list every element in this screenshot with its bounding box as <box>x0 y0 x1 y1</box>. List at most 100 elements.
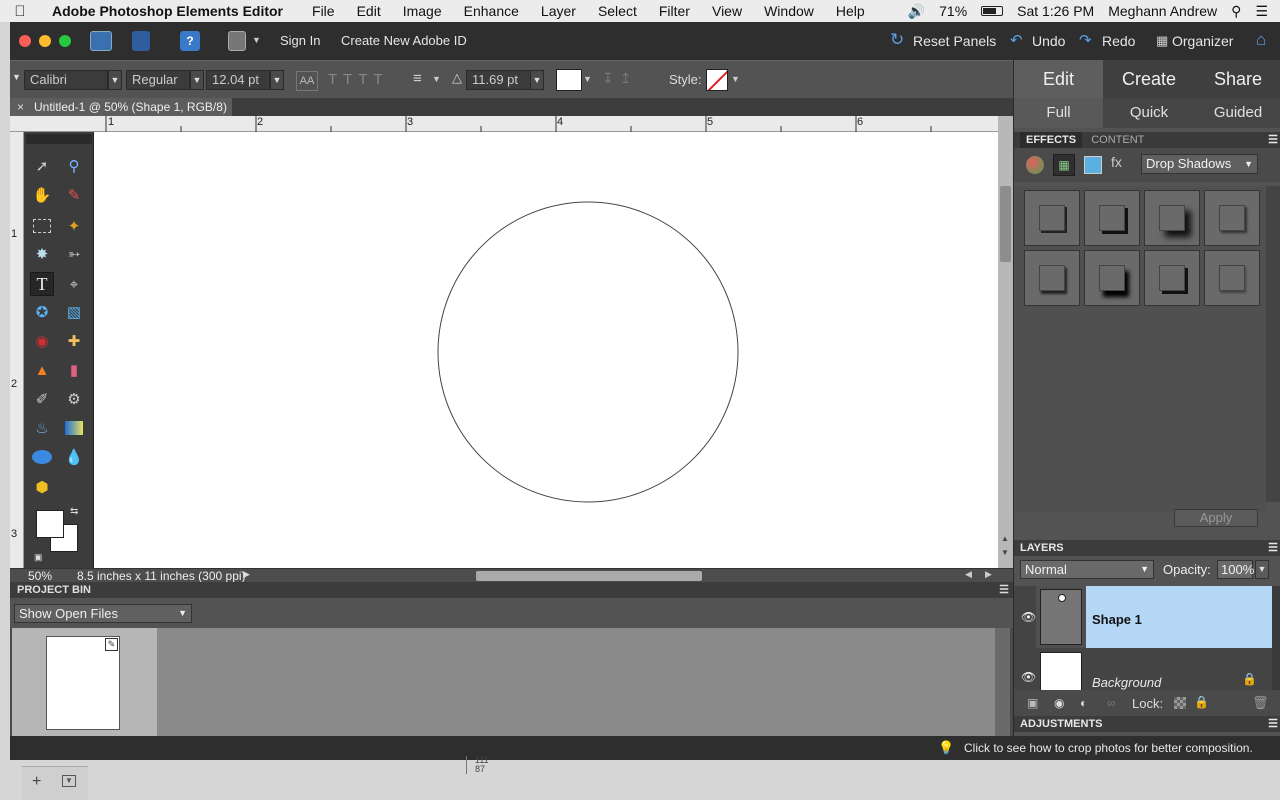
mode-quick[interactable]: Quick <box>1103 98 1195 128</box>
create-adobe-id-link[interactable]: Create New Adobe ID <box>341 33 467 48</box>
menu-enhance[interactable]: Enhance <box>453 3 530 19</box>
crop-tool-icon[interactable]: ⌖ <box>62 272 86 296</box>
blend-mode-select[interactable]: Normal ▼ <box>1020 560 1154 579</box>
marquee-tool-icon[interactable] <box>30 214 54 238</box>
save-icon[interactable] <box>132 31 150 51</box>
adjustment-layer-icon[interactable]: ◐ <box>1080 696 1087 710</box>
layer-row[interactable]: 👁 Background 🔒 <box>1014 650 1272 690</box>
recompose-tool-icon[interactable]: ▧ <box>62 300 86 324</box>
healing-brush-tool-icon[interactable]: ✚ <box>62 329 86 353</box>
toolbox-grip[interactable] <box>26 134 92 144</box>
workspace-layout-icon[interactable] <box>228 31 246 51</box>
gradient-tool-icon[interactable] <box>62 416 86 440</box>
options-menu-arrow[interactable]: ▼ <box>12 72 21 82</box>
drop-shadow-thumb[interactable] <box>1084 190 1140 246</box>
open-file-thumbnail-slot[interactable]: ✎ <box>12 628 157 736</box>
document-thumbnail[interactable]: ✎ <box>46 636 120 730</box>
reset-panels-icon[interactable]: ↻ <box>890 30 904 50</box>
drop-shadow-thumb[interactable] <box>1144 190 1200 246</box>
layer-styles-icon[interactable] <box>1026 156 1044 174</box>
undo-button[interactable]: Undo <box>1032 33 1065 49</box>
clock[interactable]: Sat 1:26 PM <box>1017 3 1094 19</box>
effects-menu-icon[interactable]: ☰ <box>1268 132 1278 148</box>
menu-image[interactable]: Image <box>392 3 453 19</box>
notification-center-icon[interactable]: ☰ <box>1255 3 1268 20</box>
text-color-swatch[interactable] <box>556 69 582 91</box>
zoom-level[interactable]: 50% <box>28 569 52 583</box>
lasso-tool-icon[interactable]: ✦ <box>62 214 86 238</box>
close-tab-icon[interactable]: × <box>17 98 24 116</box>
quick-selection-tool-icon[interactable]: ➳ <box>62 242 86 266</box>
clone-stamp-tool-icon[interactable]: ▲ <box>30 358 54 382</box>
menu-edit[interactable]: Edit <box>346 3 392 19</box>
hint-text[interactable]: Click to see how to crop photos for bett… <box>964 741 1253 755</box>
default-colors-icon[interactable]: ▣ <box>34 552 43 563</box>
swap-colors-icon[interactable]: ⇆ <box>70 506 78 517</box>
redo-button[interactable]: Redo <box>1102 33 1135 49</box>
leading-dropdown[interactable]: ▼ <box>530 70 544 90</box>
cookie-cutter-tool-icon[interactable]: ✪ <box>30 300 54 324</box>
reset-panels-button[interactable]: Reset Panels <box>913 33 996 49</box>
mode-guided[interactable]: Guided <box>1195 98 1280 128</box>
style-swatch[interactable] <box>706 69 728 91</box>
magic-wand-tool-icon[interactable]: ✸ <box>30 242 54 266</box>
tab-effects[interactable]: EFFECTS <box>1020 132 1083 148</box>
layer-row[interactable]: 👁 Shape 1 <box>1014 586 1272 648</box>
document-canvas[interactable] <box>94 132 998 568</box>
shape-tool-icon[interactable] <box>30 445 54 469</box>
horizontal-scroll-thumb[interactable] <box>476 571 702 581</box>
organizer-button[interactable]: Organizer <box>1172 33 1233 49</box>
minimize-window-button[interactable] <box>39 35 51 47</box>
tab-create[interactable]: Create <box>1103 60 1195 98</box>
move-tool-icon[interactable]: ➚ <box>30 154 54 178</box>
apple-icon[interactable]:  <box>0 3 40 20</box>
font-style-field[interactable]: Regular <box>126 70 190 90</box>
type-tool-icon[interactable]: T <box>30 272 54 296</box>
layout-dropdown-arrow[interactable]: ▼ <box>252 35 261 45</box>
ellipse-shape[interactable] <box>437 201 739 503</box>
eye-icon[interactable]: 👁 <box>1021 610 1036 624</box>
eraser-tool-icon[interactable]: ▮ <box>62 358 86 382</box>
adjustments-menu-icon[interactable]: ☰ <box>1268 716 1278 732</box>
scroll-down-arrow[interactable]: ▼ <box>1001 548 1009 557</box>
mode-full[interactable]: Full <box>1014 98 1103 128</box>
faux-caps-icon[interactable]: AA <box>296 71 318 91</box>
opacity-field[interactable]: 100% <box>1217 560 1254 579</box>
redo-icon[interactable]: ↷ <box>1079 31 1092 49</box>
menu-layer[interactable]: Layer <box>530 3 587 19</box>
eyedropper-tool-icon[interactable]: ✎ <box>62 183 86 207</box>
drop-shadow-thumb[interactable] <box>1144 250 1200 306</box>
text-orientation-icons[interactable]: ↧↥ <box>602 70 637 87</box>
fx-icon[interactable]: fx <box>1111 154 1122 170</box>
blur-tool-icon[interactable]: 💧 <box>62 445 86 469</box>
document-tab[interactable]: × Untitled-1 @ 50% (Shape 1, RGB/8) * <box>10 98 232 132</box>
undo-icon[interactable]: ↶ <box>1010 31 1023 49</box>
delete-layer-icon[interactable]: 🗑 <box>1252 695 1269 711</box>
align-icon[interactable]: ≡ <box>413 70 422 87</box>
font-size-field[interactable]: 12.04 pt <box>206 70 270 90</box>
font-size-dropdown[interactable]: ▼ <box>270 70 284 90</box>
help-icon[interactable]: ? <box>180 31 200 51</box>
drop-shadow-thumb[interactable] <box>1024 250 1080 306</box>
eye-icon[interactable]: 👁 <box>1021 670 1036 684</box>
link-layers-icon[interactable]: ∞ <box>1107 696 1116 710</box>
scroll-up-arrow[interactable]: ▲ <box>1001 534 1009 543</box>
canvas-vertical-scrollbar[interactable]: ▲ ▼ <box>998 116 1013 568</box>
vertical-scroll-thumb[interactable] <box>1000 186 1011 262</box>
tab-share[interactable]: Share <box>1195 60 1280 98</box>
text-style-icons[interactable]: TTTT <box>328 71 389 88</box>
new-file-icon[interactable] <box>90 31 112 51</box>
project-bin-scrollbar[interactable] <box>995 628 1010 736</box>
sign-in-link[interactable]: Sign In <box>280 33 320 48</box>
drop-shadow-thumb[interactable] <box>1024 190 1080 246</box>
menu-window[interactable]: Window <box>753 3 825 19</box>
menu-file[interactable]: File <box>301 3 346 19</box>
paint-bucket-tool-icon[interactable]: ♨ <box>30 416 54 440</box>
collapse-icon[interactable]: ▼ <box>62 775 76 787</box>
font-family-field[interactable]: Calibri <box>24 70 108 90</box>
zoom-window-button[interactable] <box>59 35 71 47</box>
new-layer-icon[interactable]: ▣ <box>1027 696 1038 710</box>
volume-icon[interactable]: 🔊 <box>908 3 925 20</box>
menu-select[interactable]: Select <box>587 3 648 19</box>
sponge-tool-icon[interactable]: ⬢ <box>30 475 54 499</box>
